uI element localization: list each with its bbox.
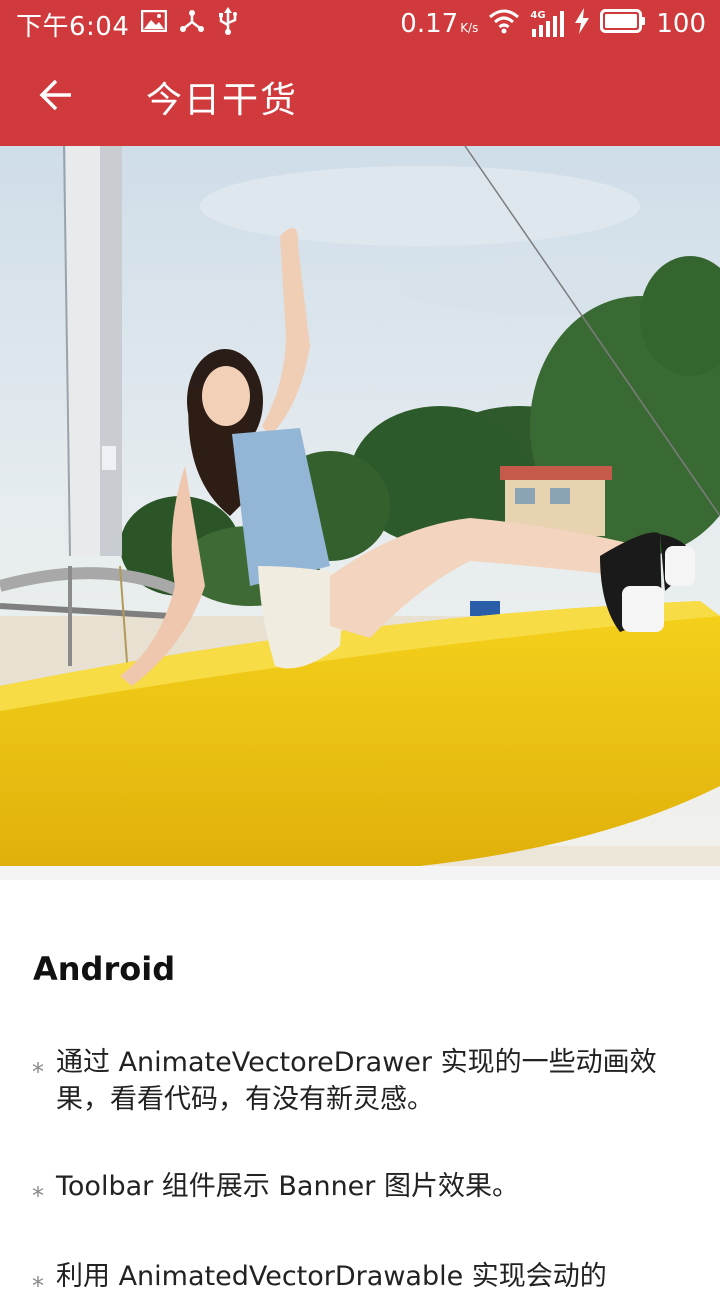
back-button[interactable] — [24, 65, 88, 129]
gallery-icon — [141, 9, 168, 39]
status-bar: 下午6:04 0.17 K/s 4G 100 — [0, 0, 720, 48]
usb-icon — [217, 6, 239, 42]
wifi-icon — [488, 8, 520, 41]
bullet-icon: * — [32, 1272, 44, 1300]
article-content: Android * 通过 AnimateVectoreDrawer 实现的一些动… — [0, 866, 720, 1300]
bullet-icon: * — [32, 1058, 44, 1086]
charging-icon — [574, 7, 590, 41]
page-title: 今日干货 — [146, 80, 299, 121]
list-item-text: 利用 AnimatedVectorDrawable 实现会动的 — [56, 1261, 607, 1292]
back-arrow-icon — [38, 77, 74, 117]
list-item-text: 通过 AnimateVectoreDrawer 实现的一些动画效果，看看代码，有… — [56, 1047, 657, 1115]
list-item[interactable]: * Toolbar 组件展示 Banner 图片效果。 — [32, 1168, 692, 1215]
list-item[interactable]: * 利用 AnimatedVectorDrawable 实现会动的 — [32, 1258, 692, 1305]
network-speed: 0.17 K/s — [400, 9, 478, 39]
signal-icon: 4G — [530, 11, 565, 37]
list-item-text: Toolbar 组件展示 Banner 图片效果。 — [56, 1171, 519, 1202]
section-divider — [0, 866, 720, 880]
app-bar: 今日干货 — [0, 48, 720, 146]
net-speed-unit: K/s — [460, 21, 479, 35]
battery-icon — [600, 8, 646, 40]
net-speed-value: 0.17 — [400, 9, 459, 39]
list-item[interactable]: * 通过 AnimateVectoreDrawer 实现的一些动画效果，看看代码… — [32, 1044, 692, 1118]
status-time: 下午6:04 — [16, 11, 130, 42]
share-icon — [179, 9, 205, 40]
banner-image — [0, 146, 720, 866]
bullet-icon: * — [32, 1182, 44, 1210]
battery-level: 100 — [656, 9, 706, 39]
section-title: Android — [33, 950, 176, 988]
